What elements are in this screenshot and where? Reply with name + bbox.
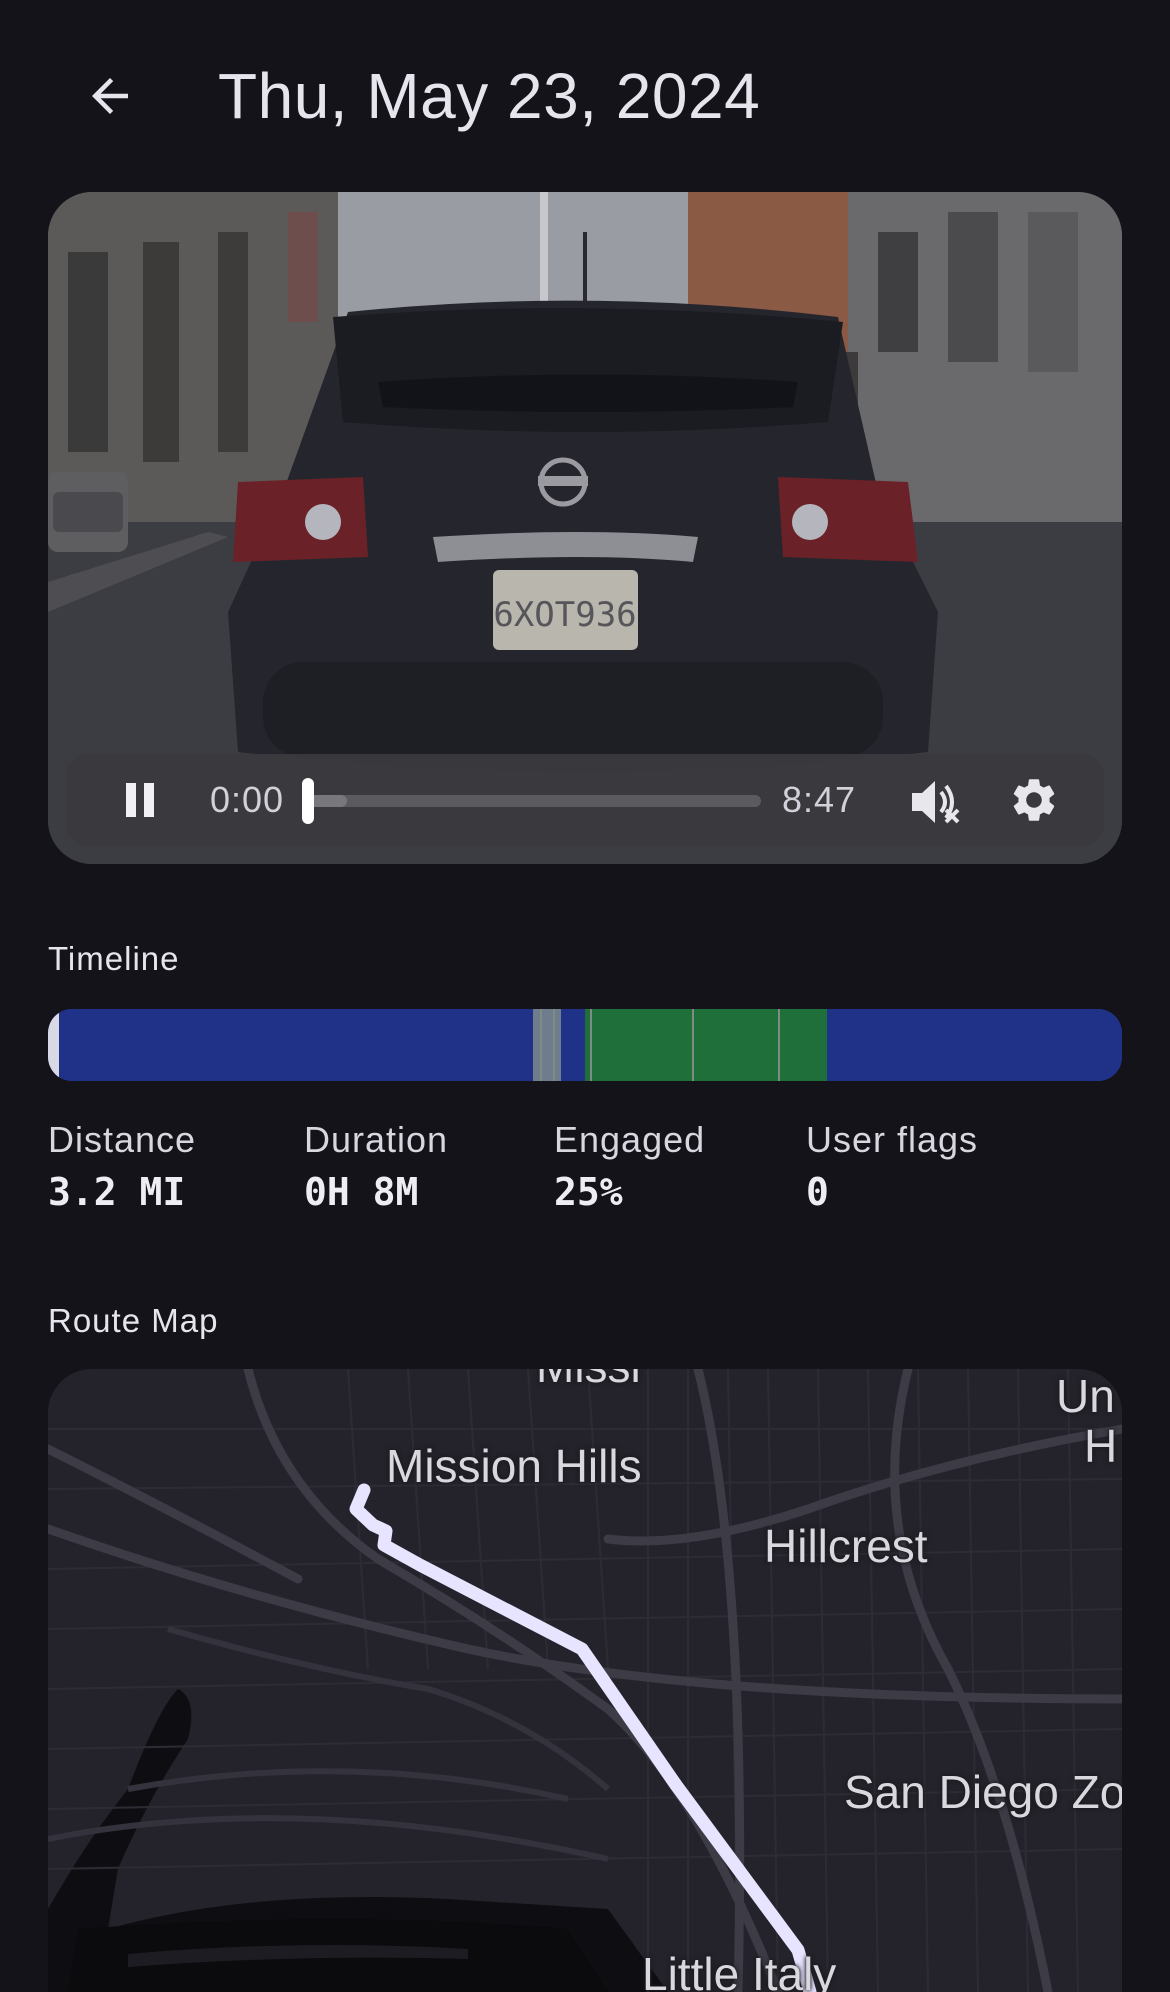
stat-duration: Duration 0H 8M	[304, 1116, 448, 1218]
timeline-segment-gray	[533, 1009, 561, 1081]
seek-thumb[interactable]	[302, 778, 314, 824]
stat-distance: Distance 3.2 MI	[48, 1116, 196, 1218]
timeline-tick	[778, 1009, 780, 1081]
timeline-tick	[692, 1009, 694, 1081]
mute-button[interactable]	[906, 772, 966, 832]
stat-value: 3.2 MI	[48, 1170, 186, 1214]
route-map[interactable]: Missi Mission Hills Hillcrest San Diego …	[48, 1369, 1122, 1992]
timeline-bar[interactable]	[48, 1009, 1122, 1081]
settings-button[interactable]	[1004, 770, 1064, 830]
stat-label: Engaged	[554, 1119, 706, 1160]
stat-label: User flags	[806, 1119, 979, 1160]
map-label-partial-right-1: Un	[1056, 1370, 1115, 1422]
stat-value: 0H 8M	[304, 1170, 419, 1214]
drive-stats: Distance 3.2 MI Duration 0H 8M Engaged 2…	[48, 1116, 1122, 1226]
timeline-segment-driving	[827, 1009, 1122, 1081]
stat-value: 25%	[554, 1170, 623, 1214]
timeline-segment-driving	[59, 1009, 534, 1081]
stat-engaged: Engaged 25%	[554, 1116, 705, 1218]
seek-bar[interactable]	[306, 795, 761, 807]
current-time: 0:00	[210, 779, 285, 820]
video-controls: 0:00 8:47	[66, 754, 1104, 846]
timeline-label: Timeline	[48, 940, 180, 977]
map-label-little-italy: Little Italy	[642, 1948, 837, 1992]
pause-button[interactable]	[112, 772, 168, 828]
map-label-partial-right-2: H	[1084, 1420, 1118, 1472]
page-title: Thu, May 23, 2024	[218, 60, 761, 132]
stat-user-flags: User flags 0	[806, 1116, 978, 1218]
total-duration: 8:47	[782, 779, 857, 820]
timeline-tick	[540, 1009, 542, 1081]
header: Thu, May 23, 2024	[0, 0, 1170, 190]
timeline-tick	[553, 1009, 555, 1081]
stat-value: 0	[806, 1170, 829, 1214]
volume-muted-icon	[912, 781, 960, 824]
stat-label: Distance	[48, 1119, 197, 1160]
arrow-left-icon	[92, 78, 128, 114]
timeline-segment-start-marker	[48, 1009, 59, 1081]
timeline-segment-engaged	[585, 1009, 827, 1081]
video-player[interactable]: 6XOT936 0:00 8:47	[48, 192, 1122, 864]
back-button[interactable]	[72, 58, 148, 134]
license-plate-text: 6XOT936	[493, 595, 636, 635]
route-map-label: Route Map	[48, 1302, 219, 1339]
pause-icon	[126, 783, 154, 817]
timeline-segment-driving	[561, 1009, 585, 1081]
map-label-partial-top: Missi	[536, 1369, 641, 1393]
map-label-hillcrest: Hillcrest	[764, 1520, 928, 1572]
timeline-tick	[590, 1009, 592, 1081]
map-label-san-diego-zoo: San Diego Zo	[844, 1766, 1122, 1818]
gear-icon	[1013, 779, 1055, 821]
map-label-mission-hills: Mission Hills	[386, 1440, 642, 1492]
stat-label: Duration	[304, 1119, 449, 1160]
